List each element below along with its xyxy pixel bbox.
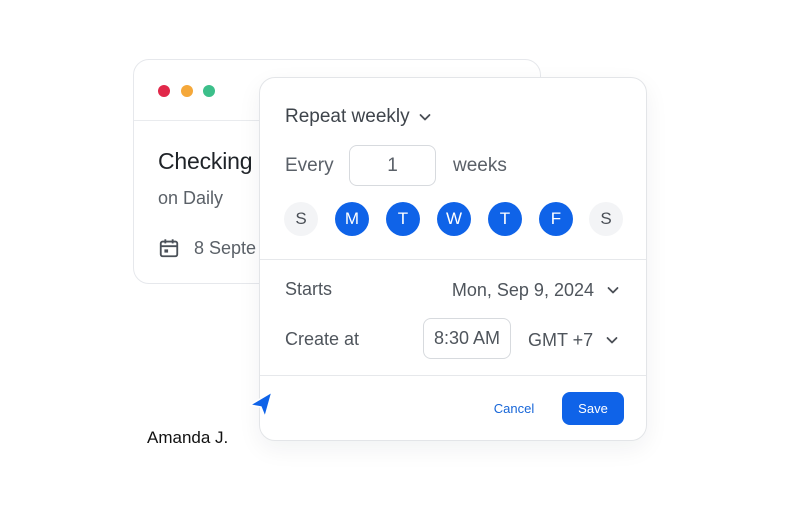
interval-input[interactable]	[349, 145, 436, 186]
day-toggle-wednesday[interactable]: W	[437, 202, 471, 236]
starts-label: Starts	[285, 279, 333, 299]
timezone-dropdown[interactable]: GMT +7	[528, 329, 619, 351]
start-date-dropdown[interactable]: Mon, Sep 9, 2024	[452, 279, 620, 301]
chevron-down-icon	[419, 114, 431, 121]
repeat-settings-popover: Repeat weekly Every weeks S M T W T F S …	[259, 77, 647, 441]
event-recurrence: on Daily	[158, 188, 224, 208]
save-button[interactable]: Save	[562, 392, 624, 425]
chevron-down-icon	[607, 287, 619, 294]
footer-divider	[260, 375, 646, 376]
every-label: Every	[285, 155, 334, 176]
day-toggle-sunday[interactable]: S	[284, 202, 318, 236]
close-window-button[interactable]	[158, 85, 170, 97]
weeks-label: weeks	[453, 155, 507, 176]
create-at-label: Create at	[285, 329, 360, 349]
time-value: 8:30 AM	[433, 328, 501, 348]
cursor-pointer-icon	[249, 391, 273, 418]
minimize-window-button[interactable]	[181, 85, 193, 97]
repeat-frequency-dropdown[interactable]: Repeat weekly	[285, 105, 432, 129]
day-toggle-friday[interactable]: F	[539, 202, 573, 236]
calendar-icon	[159, 239, 179, 258]
time-field[interactable]: 8:30 AM	[423, 318, 511, 359]
start-date-value: Mon, Sep 9, 2024	[451, 279, 594, 300]
day-toggle-thursday[interactable]: T	[488, 202, 522, 236]
day-toggle-tuesday[interactable]: T	[386, 202, 420, 236]
event-date: 8 Septe	[158, 236, 256, 260]
cursor-user-label: Amanda J.	[147, 428, 229, 447]
stage: Checking on Daily 8 Septe Repeat weekly …	[0, 0, 800, 510]
cancel-button[interactable]: Cancel	[484, 392, 544, 425]
event-title: Checking	[158, 148, 253, 174]
event-date-text: 8 Septe	[194, 237, 257, 258]
maximize-window-button[interactable]	[203, 85, 215, 97]
chevron-down-icon	[606, 337, 618, 344]
section-divider	[260, 259, 646, 260]
repeat-frequency-label: Repeat weekly	[285, 106, 410, 127]
day-toggle-saturday[interactable]: S	[589, 202, 623, 236]
day-toggle-monday[interactable]: M	[335, 202, 369, 236]
timezone-value: GMT +7	[528, 329, 594, 350]
